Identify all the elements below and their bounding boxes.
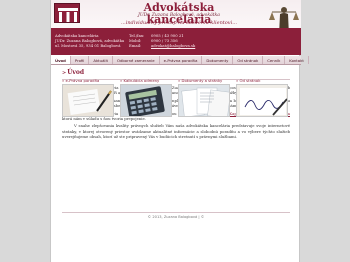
contact-email: Email: advokat@balogbova.sk	[129, 43, 195, 48]
chevron-right-icon: >	[62, 70, 67, 76]
site-subtitle: JUDr. Zuzana Balogbová, advokátka	[138, 13, 220, 18]
contact-line: ul. Mostová 35, 934 01 Balogbová	[55, 43, 121, 49]
building-logo-icon	[58, 8, 78, 22]
paragraph: V snahe zlepšovania kvality právnych slu…	[62, 123, 290, 140]
calculator-image[interactable]	[120, 84, 172, 117]
nav-item-kontakt[interactable]: Kontakt	[285, 56, 309, 64]
nav-item-e-pravna-poradna[interactable]: e-Právna poradňa	[160, 56, 203, 64]
nav-item-odborne-zameranie[interactable]: Odborné zameranie	[113, 56, 160, 64]
header: Advokátska kancelária JUDr. Zuzana Balog…	[51, 0, 301, 52]
card-link[interactable]: » Od stránok	[236, 78, 288, 83]
nav-item-aktualit[interactable]: Aktuálit	[89, 56, 113, 64]
contact-address: Advokátska kancelária JUDr. Zuzana Balog…	[55, 33, 124, 49]
email-link[interactable]: advokat@balogbova.sk	[151, 43, 195, 48]
desk-pen-image[interactable]	[62, 84, 114, 117]
footer: © 2013, Zuzana Balogbová | ©	[62, 212, 290, 221]
contact-details: Tel./fax: 0905 / 43 900 21 Mobil: 0900 /…	[129, 33, 195, 49]
card-od-stranok[interactable]: » Od stránok	[236, 78, 288, 120]
page-title: >Úvod	[62, 69, 290, 77]
nav-item-profil[interactable]: Profil	[71, 56, 90, 64]
nav-item-cennik[interactable]: Cenník	[263, 56, 286, 64]
nav-item-od-stranok[interactable]: Od stránok	[233, 56, 264, 64]
page: Advokátska kancelária JUDr. Zuzana Balog…	[50, 0, 309, 262]
nav-item-uvod[interactable]: Úvod	[51, 56, 71, 64]
page-title-text: Úvod	[67, 69, 85, 76]
card-label: e-Právna poradňa	[65, 78, 100, 83]
card-label: Kalkulácia odmeny	[123, 78, 160, 83]
tagline: ...individuálny prístup ku každému klien…	[120, 20, 238, 26]
feature-cards: » e-Právna poradňa » Kalkulácia odmeny »…	[62, 78, 290, 120]
card-dokumenty[interactable]: » Dokumenty a stránky	[178, 78, 230, 120]
contact-band: Advokátska kancelária JUDr. Zuzana Balog…	[51, 28, 301, 55]
card-e-pravna-poradna[interactable]: » e-Právna poradňa	[62, 78, 114, 120]
documents-image[interactable]	[178, 84, 230, 117]
card-link[interactable]: » Dokumenty a stránky	[178, 78, 230, 83]
card-label: Od stránok	[239, 78, 261, 83]
card-link[interactable]: » Kalkulácia odmeny	[120, 78, 172, 83]
main-nav: Úvod Profil Aktuálit Odborné zameranie e…	[51, 56, 309, 65]
nav-item-dokumenty[interactable]: Dokumenty	[202, 56, 234, 64]
signature-image[interactable]	[236, 84, 288, 117]
logo[interactable]	[54, 3, 80, 23]
contact-label: Email:	[129, 43, 142, 49]
card-label: Dokumenty a stránky	[181, 78, 223, 83]
card-link[interactable]: » e-Právna poradňa	[62, 78, 114, 83]
card-kalkulacia-odmeny[interactable]: » Kalkulácia odmeny	[120, 78, 172, 120]
